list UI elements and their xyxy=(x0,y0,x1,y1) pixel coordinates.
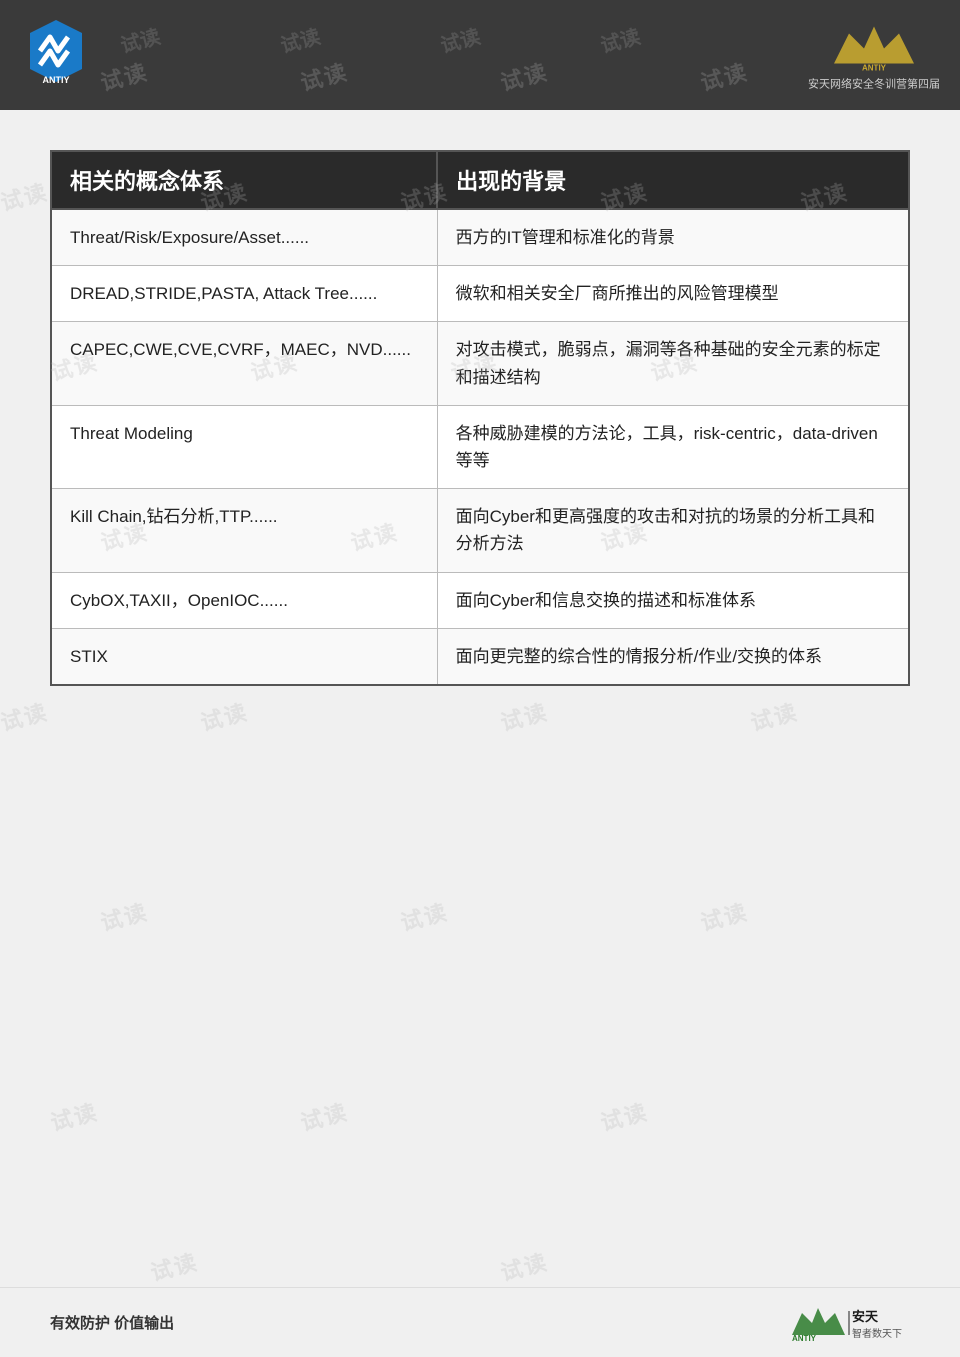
watermark-28: 试读 xyxy=(497,1244,552,1287)
footer: 有效防护 价值输出 安天 智者数天下 ANTIY xyxy=(0,1287,960,1357)
concept-table: 相关的概念体系 出现的背景 Threat/Risk/Exposure/Asset… xyxy=(50,150,910,686)
footer-logo: 安天 智者数天下 ANTIY xyxy=(790,1303,910,1343)
table-cell-left-1: DREAD,STRIDE,PASTA, Attack Tree...... xyxy=(51,266,437,322)
table-cell-left-4: Kill Chain,钻石分析,TTP...... xyxy=(51,489,437,572)
svg-text:ANTIY: ANTIY xyxy=(862,64,887,73)
header-watermark-3: 试读 xyxy=(437,20,483,58)
table-cell-right-6: 面向更完整的综合性的情报分析/作业/交换的体系 xyxy=(437,628,909,685)
header-watermark-2: 试读 xyxy=(277,20,323,58)
svg-text:智者数天下: 智者数天下 xyxy=(852,1327,902,1340)
table-row: Threat Modeling各种威胁建模的方法论，工具，risk-centri… xyxy=(51,405,909,488)
watermark-26: 试读 xyxy=(597,1094,652,1137)
header-watermark-1: 试读 xyxy=(117,20,163,58)
header: 试读 试读 试读 试读 ANTIY ANTIY 安天网络安全冬训营第四届 xyxy=(0,0,960,110)
header-brand-right: ANTIY 安天网络安全冬训营第四届 xyxy=(808,19,940,92)
table-cell-right-4: 面向Cyber和更高强度的攻击和对抗的场景的分析工具和分析方法 xyxy=(437,489,909,572)
col1-header: 相关的概念体系 xyxy=(51,151,437,209)
table-row: CybOX,TAXII，OpenIOC......面向Cyber和信息交换的描述… xyxy=(51,572,909,628)
watermark-21: 试读 xyxy=(97,894,152,937)
table-cell-right-5: 面向Cyber和信息交换的描述和标准体系 xyxy=(437,572,909,628)
brand-subtitle: 安天网络安全冬训营第四届 xyxy=(808,76,940,92)
watermark-24: 试读 xyxy=(47,1094,102,1137)
svg-text:ANTIY: ANTIY xyxy=(43,75,70,85)
svg-text:安天: 安天 xyxy=(852,1309,879,1324)
table-cell-right-1: 微软和相关安全厂商所推出的风险管理模型 xyxy=(437,266,909,322)
watermark-23: 试读 xyxy=(697,894,752,937)
table-row: Threat/Risk/Exposure/Asset......西方的IT管理和… xyxy=(51,209,909,266)
table-cell-left-6: STIX xyxy=(51,628,437,685)
header-logo: ANTIY xyxy=(20,15,100,95)
col2-header: 出现的背景 xyxy=(437,151,909,209)
table-row: STIX面向更完整的综合性的情报分析/作业/交换的体系 xyxy=(51,628,909,685)
header-watermark-4: 试读 xyxy=(597,20,643,58)
table-row: CAPEC,CWE,CVE,CVRF，MAEC，NVD......对攻击模式，脆… xyxy=(51,322,909,405)
footer-slogan: 有效防护 价值输出 xyxy=(50,1312,174,1333)
table-cell-left-5: CybOX,TAXII，OpenIOC...... xyxy=(51,572,437,628)
table-cell-right-3: 各种威胁建模的方法论，工具，risk-centric，data-driven等等 xyxy=(437,405,909,488)
table-row: DREAD,STRIDE,PASTA, Attack Tree......微软和… xyxy=(51,266,909,322)
watermark-22: 试读 xyxy=(397,894,452,937)
table-cell-right-2: 对攻击模式，脆弱点，漏洞等各种基础的安全元素的标定和描述结构 xyxy=(437,322,909,405)
table-row: Kill Chain,钻石分析,TTP......面向Cyber和更高强度的攻击… xyxy=(51,489,909,572)
table-cell-right-0: 西方的IT管理和标准化的背景 xyxy=(437,209,909,266)
watermark-25: 试读 xyxy=(297,1094,352,1137)
table-cell-left-2: CAPEC,CWE,CVE,CVRF，MAEC，NVD...... xyxy=(51,322,437,405)
watermark-27: 试读 xyxy=(147,1244,202,1287)
table-cell-left-0: Threat/Risk/Exposure/Asset...... xyxy=(51,209,437,266)
svg-text:ANTIY: ANTIY xyxy=(792,1334,817,1343)
table-cell-left-3: Threat Modeling xyxy=(51,405,437,488)
main-content: 相关的概念体系 出现的背景 Threat/Risk/Exposure/Asset… xyxy=(0,110,960,716)
